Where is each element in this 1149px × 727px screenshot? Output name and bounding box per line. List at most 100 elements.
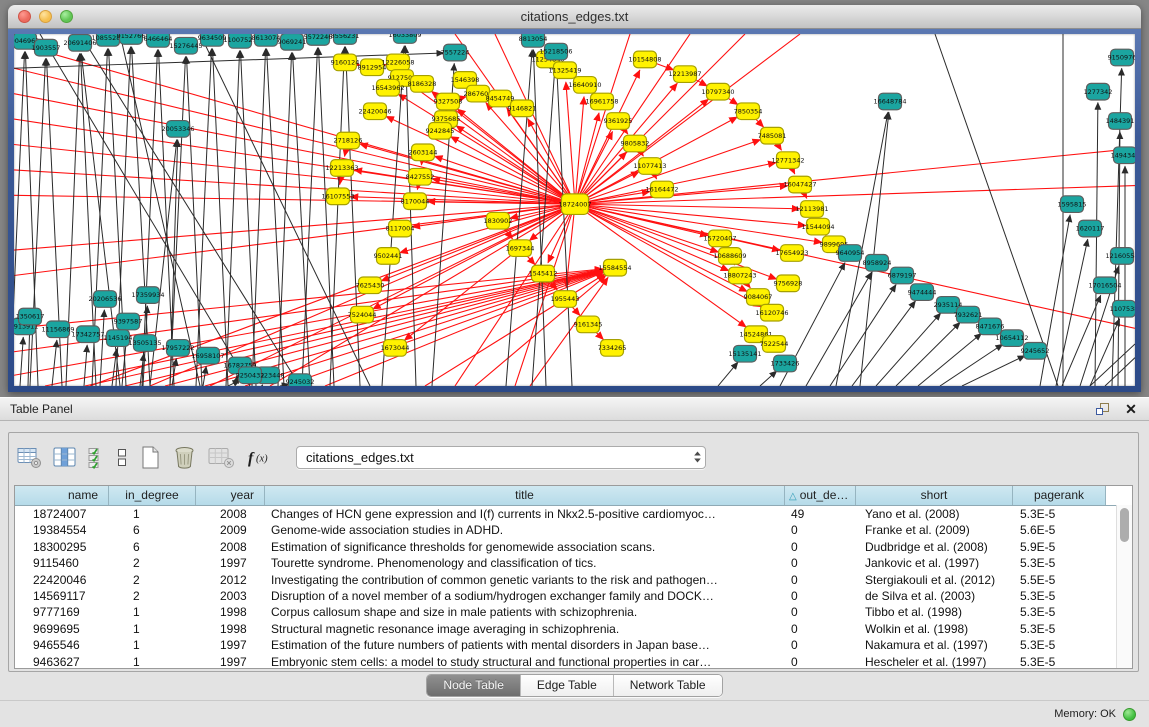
graph-edge[interactable] [318, 48, 334, 386]
graph-node[interactable]: 1545412 [529, 265, 558, 282]
cell-pagerank[interactable]: 5.3E-5 [1013, 654, 1106, 669]
cell-in_degree[interactable]: 2 [109, 572, 196, 588]
cell-year[interactable]: 1997 [196, 637, 265, 653]
cell-in_degree[interactable]: 1 [109, 604, 196, 620]
cell-short[interactable]: Wolkin et al. (1998) [856, 621, 1013, 637]
graph-node[interactable]: 17359934 [132, 287, 165, 304]
graph-node[interactable]: 12213363 [326, 160, 359, 177]
graph-node[interactable]: 9069241 [278, 34, 307, 50]
graph-node[interactable]: 8471676 [976, 318, 1005, 335]
cell-in_degree[interactable]: 2 [109, 555, 196, 571]
graph-node[interactable]: 9805832 [621, 135, 650, 152]
graph-node[interactable]: 12113981 [796, 201, 829, 218]
cell-pagerank[interactable]: 5.3E-5 [1013, 555, 1106, 571]
graph-node[interactable]: 20053346 [162, 121, 195, 138]
graph-node[interactable]: 8613074 [252, 34, 281, 46]
cell-in_degree[interactable]: 2 [109, 588, 196, 604]
graph-node[interactable]: 1903557 [32, 39, 61, 56]
graph-node[interactable]: 13505135 [129, 335, 162, 352]
graph-node[interactable]: 1733426 [771, 355, 800, 372]
cell-title[interactable]: Disruption of a novel member of a sodium… [265, 588, 785, 604]
graph-node[interactable]: 9634509 [198, 34, 227, 46]
select-columns-icon[interactable] [53, 443, 77, 471]
cell-year[interactable]: 2008 [196, 506, 265, 522]
graph-edge[interactable] [575, 204, 719, 252]
cell-pagerank[interactable]: 5.5E-5 [1013, 572, 1106, 588]
graph-node[interactable]: 20206536 [89, 291, 122, 308]
cell-title[interactable]: Estimation of significance thresholds fo… [265, 539, 785, 555]
column-header-out_de[interactable]: △out_de… [785, 486, 856, 505]
cell-name[interactable]: 19384554 [15, 522, 109, 538]
graph-node[interactable]: 7524044 [348, 306, 377, 323]
function-builder-icon[interactable]: f(x) [246, 443, 273, 471]
graph-node[interactable]: 1830902 [484, 212, 513, 229]
graph-edge[interactable] [293, 53, 310, 386]
graph-node[interactable]: 9245652 [1021, 342, 1050, 359]
tab-edge-table[interactable]: Edge Table [521, 675, 614, 696]
graph-node[interactable]: 15135141 [729, 345, 762, 362]
cell-out_de[interactable]: 0 [785, 621, 856, 637]
graph-node[interactable]: 1595815 [1058, 196, 1087, 213]
window-titlebar[interactable]: citations_edges.txt [8, 5, 1141, 29]
cell-in_degree[interactable]: 6 [109, 539, 196, 555]
graph-edge[interactable] [575, 204, 800, 209]
graph-node[interactable]: 1107538 [1110, 300, 1135, 317]
graph-node[interactable]: 16543962 [372, 79, 405, 96]
graph-edge[interactable] [262, 385, 263, 386]
memory-status-indicator[interactable] [1123, 708, 1136, 721]
graph-node[interactable]: 10688609 [714, 248, 747, 265]
cell-out_de[interactable]: 0 [785, 572, 856, 588]
graph-node[interactable]: 12160558 [1106, 248, 1135, 265]
graph-edge[interactable] [302, 48, 318, 386]
table-row[interactable]: 969969511998Structural magnetic resonanc… [15, 621, 1132, 637]
table-row[interactable]: 1456911722003Disruption of a novel membe… [15, 588, 1132, 604]
cell-name[interactable]: 9115460 [15, 555, 109, 571]
graph-node[interactable]: 17654923 [776, 245, 809, 262]
graph-node[interactable]: 16640910 [569, 77, 602, 94]
cell-short[interactable]: de Silva et al. (2003) [856, 588, 1013, 604]
graph-edge[interactable] [252, 49, 266, 386]
graph-node[interactable]: 9245032 [286, 374, 315, 386]
graph-edge[interactable] [918, 333, 982, 386]
graph-edge[interactable] [345, 47, 360, 386]
cell-out_de[interactable]: 0 [785, 555, 856, 571]
table-settings-icon[interactable] [17, 443, 42, 471]
cell-title[interactable]: Tourette syndrome. Phenomenology and cla… [265, 555, 785, 571]
graph-node[interactable]: 8186328 [408, 76, 437, 93]
graph-node[interactable]: 16107553 [322, 188, 355, 205]
cell-name[interactable]: 9777169 [15, 604, 109, 620]
cell-name[interactable]: 14569117 [15, 588, 109, 604]
table-row[interactable]: 1938455462009Genome-wide association stu… [15, 522, 1132, 538]
graph-edge[interactable] [28, 327, 30, 386]
graph-node[interactable]: 5572246 [304, 34, 333, 45]
graph-node[interactable]: 17957222 [162, 340, 195, 357]
graph-node[interactable]: 12213987 [669, 66, 702, 83]
graph-edge[interactable] [896, 322, 960, 386]
graph-node[interactable]: 18724007 [559, 194, 592, 215]
graph-node[interactable]: 9756928 [774, 275, 803, 292]
graph-node[interactable]: 11544094 [802, 218, 835, 235]
cell-short[interactable]: Yano et al. (2008) [856, 506, 1013, 522]
column-header-name[interactable]: name [15, 486, 109, 505]
table-row[interactable]: 946362711997Embryonic stem cells: a mode… [15, 654, 1132, 669]
graph-node[interactable]: 1673044 [381, 340, 410, 357]
graph-node[interactable]: 11156869 [42, 321, 75, 338]
float-panel-icon[interactable] [1095, 401, 1111, 417]
graph-edge[interactable] [196, 49, 212, 386]
cell-title[interactable]: Changes of HCN gene expression and I(f) … [265, 506, 785, 522]
graph-node[interactable]: 15584554 [599, 259, 632, 276]
graph-edge[interactable] [760, 371, 777, 386]
graph-edge[interactable] [84, 345, 87, 386]
graph-edge[interactable] [1105, 358, 1135, 386]
graph-node[interactable]: 8813054 [519, 34, 548, 47]
graph-edge[interactable] [20, 337, 23, 386]
cell-year[interactable]: 1997 [196, 555, 265, 571]
graph-node[interactable]: 2718126 [334, 132, 363, 149]
column-header-short[interactable]: short [856, 486, 1013, 505]
column-header-in_degree[interactable]: in_degree [109, 486, 196, 505]
graph-node[interactable]: 16164472 [646, 181, 679, 198]
graph-edge[interactable] [14, 52, 25, 386]
cell-in_degree[interactable]: 1 [109, 621, 196, 637]
graph-node[interactable]: 11077413 [634, 158, 667, 175]
cell-name[interactable]: 22420046 [15, 572, 109, 588]
